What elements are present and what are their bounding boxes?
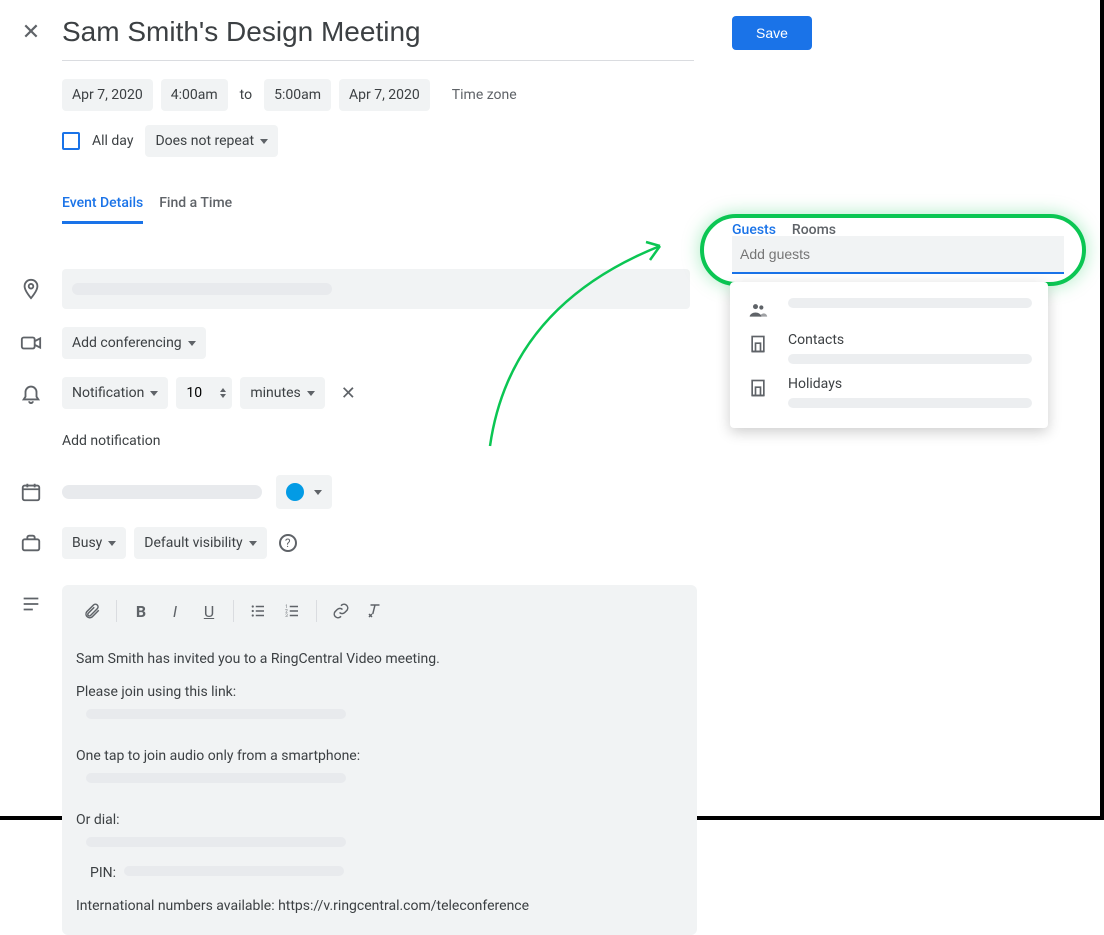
desc-line: Or dial:	[76, 810, 683, 831]
repeat-label: Does not repeat	[155, 133, 254, 149]
availability-label: Busy	[72, 535, 102, 551]
chevron-down-icon	[108, 541, 116, 546]
description-editor[interactable]: B I U 123 Sam Smith has invited you to a…	[62, 585, 697, 935]
desc-line: PIN:	[76, 865, 116, 881]
room-icon	[746, 376, 770, 398]
allday-checkbox[interactable]	[62, 132, 80, 150]
desc-line: Please join using this link:	[76, 682, 683, 703]
chevron-down-icon	[260, 139, 268, 144]
save-button[interactable]: Save	[732, 16, 812, 50]
end-date-chip[interactable]: Apr 7, 2020	[339, 79, 430, 111]
suggestion-item[interactable]: Contacts	[742, 326, 1036, 370]
link-icon[interactable]	[325, 595, 357, 627]
color-picker[interactable]	[276, 475, 332, 509]
notification-type-label: Notification	[72, 385, 144, 401]
italic-icon[interactable]: I	[159, 595, 191, 627]
tab-event-details[interactable]: Event Details	[62, 195, 143, 224]
add-conferencing-dropdown[interactable]: Add conferencing	[62, 327, 206, 359]
description-icon	[0, 581, 62, 615]
briefcase-icon	[0, 532, 62, 554]
visibility-dropdown[interactable]: Default visibility	[134, 527, 266, 559]
people-icon	[746, 298, 770, 320]
help-icon[interactable]: ?	[279, 534, 297, 552]
desc-line: One tap to join audio only from a smartp…	[76, 746, 683, 767]
editor-toolbar: B I U 123	[62, 585, 697, 637]
notification-value-input[interactable]: 10	[176, 377, 232, 409]
notification-value: 10	[186, 385, 202, 401]
location-input[interactable]	[62, 269, 690, 309]
end-time-chip[interactable]: 5:00am	[264, 79, 331, 111]
guest-suggestions-panel: Contacts Holidays	[730, 282, 1048, 428]
bold-icon[interactable]: B	[125, 595, 157, 627]
clear-format-icon[interactable]	[359, 595, 391, 627]
add-conferencing-label: Add conferencing	[72, 335, 182, 351]
notification-unit-label: minutes	[250, 385, 300, 401]
location-icon	[0, 278, 62, 300]
color-swatch	[286, 483, 304, 501]
timezone-link[interactable]: Time zone	[452, 87, 517, 103]
desc-line: Sam Smith has invited you to a RingCentr…	[76, 649, 683, 670]
list-number-icon[interactable]: 123	[276, 595, 308, 627]
remove-notification-button[interactable]: ✕	[333, 379, 364, 408]
add-guests-input[interactable]	[732, 236, 1064, 274]
svg-text:3: 3	[285, 613, 288, 619]
suggestion-item[interactable]	[742, 292, 1036, 326]
add-notification-link[interactable]: Add notification	[62, 433, 161, 449]
visibility-label: Default visibility	[144, 535, 242, 551]
bell-icon	[0, 382, 62, 404]
chevron-down-icon	[150, 391, 158, 396]
suggestion-label: Contacts	[788, 332, 1032, 348]
underline-icon[interactable]: U	[193, 595, 225, 627]
chevron-down-icon	[188, 341, 196, 346]
chevron-down-icon	[307, 391, 315, 396]
availability-dropdown[interactable]: Busy	[62, 527, 126, 559]
video-icon	[0, 332, 62, 354]
repeat-dropdown[interactable]: Does not repeat	[145, 125, 278, 157]
close-icon[interactable]: ✕	[22, 20, 40, 45]
tab-find-time[interactable]: Find a Time	[159, 195, 232, 224]
description-content[interactable]: Sam Smith has invited you to a RingCentr…	[62, 637, 697, 925]
calendar-select[interactable]	[62, 485, 262, 499]
calendar-icon	[0, 481, 62, 503]
suggestion-label: Holidays	[788, 376, 1032, 392]
list-bullet-icon[interactable]	[242, 595, 274, 627]
notification-unit-dropdown[interactable]: minutes	[240, 377, 324, 409]
to-label: to	[236, 87, 256, 103]
start-time-chip[interactable]: 4:00am	[161, 79, 228, 111]
desc-line: International numbers available: https:/…	[76, 896, 683, 917]
start-date-chip[interactable]: Apr 7, 2020	[62, 79, 153, 111]
attach-icon[interactable]	[76, 595, 108, 627]
suggestion-item[interactable]: Holidays	[742, 370, 1036, 414]
allday-label: All day	[92, 133, 133, 149]
notification-type-dropdown[interactable]: Notification	[62, 377, 168, 409]
event-title-input[interactable]	[62, 12, 694, 61]
room-icon	[746, 332, 770, 354]
chevron-down-icon	[249, 541, 257, 546]
datetime-row: Apr 7, 2020 4:00am to 5:00am Apr 7, 2020…	[62, 79, 702, 111]
chevron-down-icon	[314, 490, 322, 495]
